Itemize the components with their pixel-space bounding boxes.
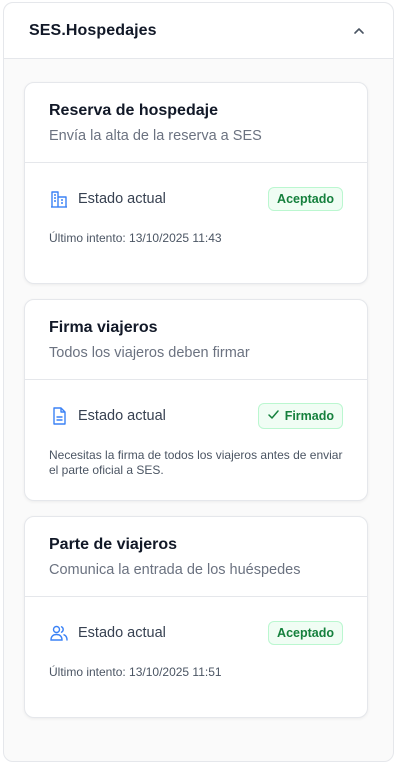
status-row: Estado actual Firmado — [49, 380, 343, 452]
panel-header[interactable]: SES.Hospedajes — [4, 3, 393, 59]
status-label: Estado actual — [78, 625, 166, 641]
check-icon — [267, 408, 280, 424]
card-subtitle: Comunica la entrada de los huéspedes — [49, 562, 301, 578]
card-reserva-hospedaje: Reserva de hospedaje Envía la alta de la… — [24, 82, 368, 284]
card-title: Reserva de hospedaje — [49, 102, 218, 119]
card-title: Firma viajeros — [49, 319, 158, 336]
document-icon — [49, 406, 69, 426]
status-row: Estado actual Aceptado — [49, 163, 343, 235]
users-icon — [49, 623, 69, 643]
last-attempt-text: Último intento: 13/10/2025 11:51 — [49, 665, 222, 679]
status-row: Estado actual Aceptado — [49, 597, 343, 669]
card-header: Parte de viajeros Comunica la entrada de… — [25, 517, 367, 597]
card-header: Reserva de hospedaje Envía la alta de la… — [25, 83, 367, 163]
card-parte-viajeros: Parte de viajeros Comunica la entrada de… — [24, 516, 368, 718]
card-title: Parte de viajeros — [49, 536, 178, 553]
last-attempt-text: Último intento: 13/10/2025 11:43 — [49, 231, 222, 245]
signature-notice-text: Necesitas la firma de todos los viajeros… — [49, 448, 343, 477]
panel-title: SES.Hospedajes — [29, 21, 157, 39]
chevron-up-icon[interactable] — [349, 21, 369, 41]
card-subtitle: Envía la alta de la reserva a SES — [49, 128, 262, 144]
building-icon — [49, 189, 69, 209]
status-label: Estado actual — [78, 191, 166, 207]
status-badge: Aceptado — [268, 187, 343, 211]
card-firma-viajeros: Firma viajeros Todos los viajeros deben … — [24, 299, 368, 501]
card-header: Firma viajeros Todos los viajeros deben … — [25, 300, 367, 380]
status-badge: Firmado — [257, 403, 343, 429]
card-subtitle: Todos los viajeros deben firmar — [49, 345, 250, 361]
status-label: Estado actual — [78, 408, 166, 424]
status-badge: Aceptado — [268, 621, 343, 645]
